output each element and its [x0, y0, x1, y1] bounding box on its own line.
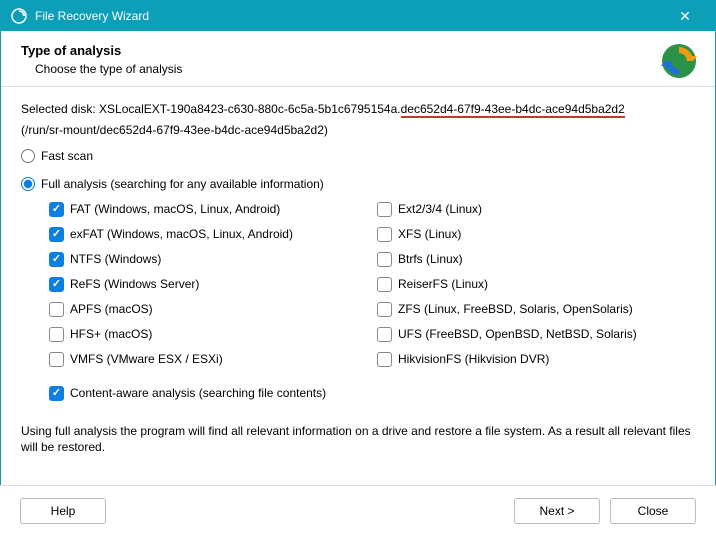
- app-icon: [11, 8, 27, 24]
- checkbox-fs-left-5[interactable]: HFS+ (macOS): [49, 327, 367, 342]
- checkbox-icon: [49, 327, 64, 342]
- checkbox-label: HFS+ (macOS): [70, 327, 152, 341]
- checkbox-icon: [49, 202, 64, 217]
- checkbox-icon: [49, 252, 64, 267]
- disk-id-underlined: dec652d4-67f9-43ee-b4dc-ace94d5ba2d2: [401, 102, 625, 118]
- checkbox-fs-right-2[interactable]: Btrfs (Linux): [377, 252, 695, 267]
- help-button[interactable]: Help: [20, 498, 106, 524]
- titlebar: File Recovery Wizard ✕: [1, 1, 715, 31]
- checkbox-fs-right-0[interactable]: Ext2/3/4 (Linux): [377, 202, 695, 217]
- checkbox-fs-left-2[interactable]: NTFS (Windows): [49, 252, 367, 267]
- checkbox-label: XFS (Linux): [398, 227, 461, 241]
- checkbox-label: FAT (Windows, macOS, Linux, Android): [70, 202, 280, 216]
- radio-fast-scan[interactable]: Fast scan: [21, 149, 695, 163]
- checkbox-label: HikvisionFS (Hikvision DVR): [398, 352, 549, 366]
- checkbox-label: UFS (FreeBSD, OpenBSD, NetBSD, Solaris): [398, 327, 637, 341]
- page-subtitle: Choose the type of analysis: [35, 62, 695, 76]
- checkbox-fs-right-5[interactable]: UFS (FreeBSD, OpenBSD, NetBSD, Solaris): [377, 327, 695, 342]
- checkbox-icon: [377, 302, 392, 317]
- checkbox-icon: [49, 227, 64, 242]
- content: Selected disk: XSLocalEXT-190a8423-c630-…: [1, 87, 715, 464]
- radio-full-analysis[interactable]: Full analysis (searching for any availab…: [21, 177, 695, 191]
- header: Type of analysis Choose the type of anal…: [1, 31, 715, 87]
- checkbox-label: APFS (macOS): [70, 302, 153, 316]
- checkbox-fs-left-4[interactable]: APFS (macOS): [49, 302, 367, 317]
- checkbox-fs-right-1[interactable]: XFS (Linux): [377, 227, 695, 242]
- checkbox-label: ReFS (Windows Server): [70, 277, 199, 291]
- next-button[interactable]: Next >: [514, 498, 600, 524]
- page-title: Type of analysis: [21, 43, 695, 58]
- content-aware-label: Content-aware analysis (searching file c…: [70, 386, 326, 400]
- checkbox-icon: [377, 327, 392, 342]
- checkbox-label: ReiserFS (Linux): [398, 277, 488, 291]
- checkbox-icon: [377, 202, 392, 217]
- checkbox-icon: [377, 352, 392, 367]
- checkbox-icon: [377, 227, 392, 242]
- close-icon[interactable]: ✕: [665, 8, 705, 25]
- radio-fast-label: Fast scan: [41, 149, 93, 163]
- checkbox-icon: [49, 302, 64, 317]
- checkbox-fs-left-3[interactable]: ReFS (Windows Server): [49, 277, 367, 292]
- checkbox-icon: [377, 277, 392, 292]
- filesystem-grid: FAT (Windows, macOS, Linux, Android) Ext2…: [49, 197, 695, 372]
- note-text: Using full analysis the program will fin…: [21, 423, 695, 457]
- checkbox-icon: [49, 386, 64, 401]
- checkbox-fs-left-6[interactable]: VMFS (VMware ESX / ESXi): [49, 352, 367, 367]
- checkbox-label: VMFS (VMware ESX / ESXi): [70, 352, 223, 366]
- checkbox-icon: [49, 277, 64, 292]
- checkbox-label: Ext2/3/4 (Linux): [398, 202, 482, 216]
- window-title: File Recovery Wizard: [35, 9, 665, 23]
- checkbox-icon: [49, 352, 64, 367]
- checkbox-label: Btrfs (Linux): [398, 252, 463, 266]
- selected-disk: Selected disk: XSLocalEXT-190a8423-c630-…: [21, 101, 695, 118]
- checkbox-content-aware[interactable]: Content-aware analysis (searching file c…: [49, 386, 695, 401]
- checkbox-fs-right-3[interactable]: ReiserFS (Linux): [377, 277, 695, 292]
- checkbox-fs-left-0[interactable]: FAT (Windows, macOS, Linux, Android): [49, 202, 367, 217]
- checkbox-label: NTFS (Windows): [70, 252, 161, 266]
- radio-full-label: Full analysis (searching for any availab…: [41, 177, 324, 191]
- checkbox-fs-right-6[interactable]: HikvisionFS (Hikvision DVR): [377, 352, 695, 367]
- checkbox-label: exFAT (Windows, macOS, Linux, Android): [70, 227, 293, 241]
- checkbox-label: ZFS (Linux, FreeBSD, Solaris, OpenSolari…: [398, 302, 633, 316]
- checkbox-fs-left-1[interactable]: exFAT (Windows, macOS, Linux, Android): [49, 227, 367, 242]
- disk-prefix: Selected disk: XSLocalEXT-190a8423-c630-…: [21, 102, 401, 116]
- disk-path: (/run/sr-mount/dec652d4-67f9-43ee-b4dc-a…: [21, 122, 695, 139]
- footer: Help Next > Close: [0, 485, 716, 538]
- wizard-icon: [659, 41, 699, 81]
- checkbox-fs-right-4[interactable]: ZFS (Linux, FreeBSD, Solaris, OpenSolari…: [377, 302, 695, 317]
- close-button[interactable]: Close: [610, 498, 696, 524]
- checkbox-icon: [377, 252, 392, 267]
